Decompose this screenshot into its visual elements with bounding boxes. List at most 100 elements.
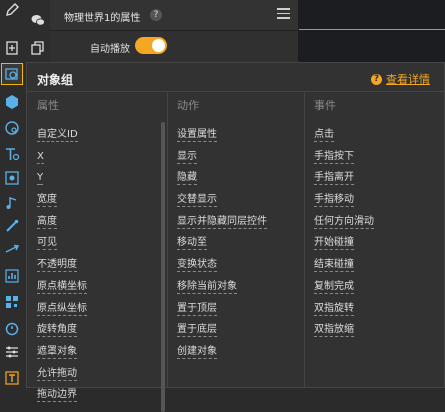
sliders-icon[interactable] (2, 342, 22, 362)
column-header-actions: 动作 (177, 99, 199, 112)
list-item-label: 拖动边界 (37, 389, 77, 403)
page-copy-icon[interactable] (28, 38, 48, 58)
object-group-popup: 对象组 ? 查看详情 属性 自定义ID X Y 宽度高度可见不透明度原点横坐标原点纵坐… (26, 62, 445, 412)
list-item[interactable]: 遮罩对象 (37, 343, 87, 365)
list-item[interactable]: 显示并隐藏同层控件 (177, 213, 267, 235)
list-item[interactable]: 置于底层 (177, 321, 267, 343)
view-details-link[interactable]: ? 查看详情 (371, 71, 430, 87)
list-item[interactable]: 开始碰撞 (314, 234, 374, 256)
arrow-icon[interactable] (2, 240, 22, 260)
list-item[interactable]: 原点横坐标 (37, 278, 87, 300)
list-item-label: 结束碰撞 (314, 259, 354, 273)
list-item[interactable]: 双指放缩 (314, 321, 374, 343)
list-item-label: 遮罩对象 (37, 345, 77, 359)
list-item[interactable]: 自定义ID (37, 126, 87, 148)
events-list: 点击手指按下手指离开手指移动任何方向滑动开始碰撞结束碰撞复制完成双指旋转双指放缩 (314, 126, 374, 343)
question-icon: ? (371, 73, 382, 85)
events-column: 事件 点击手指按下手指离开手指移动任何方向滑动开始碰撞结束碰撞复制完成双指旋转双… (304, 92, 444, 387)
help-icon[interactable]: ? (150, 9, 162, 21)
list-item[interactable]: 变换状态 (177, 256, 267, 278)
properties-title: 物理世界1的属性 (64, 13, 141, 24)
list-item[interactable]: 创建对象 (177, 343, 267, 365)
secondary-toolbar (26, 0, 50, 62)
list-item[interactable]: Y (37, 169, 87, 191)
chart-icon[interactable] (2, 266, 22, 286)
list-item[interactable]: 交替显示 (177, 191, 267, 213)
list-item[interactable]: 手指按下 (314, 148, 374, 170)
list-item-label: 显示 (177, 150, 197, 164)
text-frame-icon[interactable] (2, 368, 22, 388)
list-item[interactable]: 宽度 (37, 191, 87, 213)
list-item[interactable]: 移动至 (177, 234, 267, 256)
canvas-guide-line (299, 29, 445, 30)
list-item[interactable]: 可见 (37, 234, 87, 256)
list-item[interactable]: 不透明度 (37, 256, 87, 278)
scrollbar[interactable] (161, 122, 165, 412)
list-item-label: 复制完成 (314, 280, 354, 294)
list-item-label: 手指移动 (314, 194, 354, 208)
list-item[interactable]: 显示 (177, 148, 267, 170)
column-header-attributes: 属性 (37, 99, 59, 112)
list-item-label: Y (37, 172, 44, 186)
list-item-label: 双指旋转 (314, 302, 354, 316)
image-group-icon[interactable] (1, 63, 23, 85)
list-item-label: X (37, 150, 44, 164)
list-item-label: 手指离开 (314, 172, 354, 186)
list-item[interactable]: 允许拖动 (37, 365, 87, 387)
hexagon-icon[interactable] (2, 92, 22, 112)
list-item[interactable]: 旋转角度 (37, 321, 87, 343)
list-item-label: 移动至 (177, 237, 207, 251)
menu-icon[interactable] (277, 8, 290, 19)
canvas-area[interactable] (299, 0, 445, 62)
pencil-icon[interactable] (2, 0, 22, 20)
list-item[interactable]: 结束碰撞 (314, 256, 374, 278)
brush-icon[interactable] (2, 216, 22, 236)
text-icon[interactable] (2, 144, 22, 164)
list-item[interactable]: 手指离开 (314, 169, 374, 191)
attributes-column: 属性 自定义ID X Y 宽度高度可见不透明度原点横坐标原点纵坐标旋转角度遮罩对象允许… (27, 92, 167, 412)
list-item-label: 创建对象 (177, 345, 217, 359)
list-item-label: 原点横坐标 (37, 280, 87, 294)
auto-play-toggle[interactable] (135, 37, 167, 54)
list-item[interactable]: 高度 (37, 213, 87, 235)
list-item-label: 变换状态 (177, 259, 217, 273)
list-item[interactable]: 拖动边界 (37, 386, 87, 408)
actions-column: 动作 设置属性显示隐藏交替显示 显示并隐藏同层控件移动至变换状态移除当前对象 置于顶… (167, 92, 304, 387)
list-item[interactable]: 移除当前对象 (177, 278, 267, 300)
list-item-label: 旋转角度 (37, 324, 77, 338)
list-item-label: 开始碰撞 (314, 237, 354, 251)
actions-list: 设置属性显示隐藏交替显示 显示并隐藏同层控件移动至变换状态移除当前对象 置于顶层置于… (177, 126, 267, 365)
audio-icon[interactable] (2, 168, 22, 188)
list-item-label: 可见 (37, 237, 57, 251)
view-details-label: 查看详情 (386, 73, 430, 86)
list-item[interactable]: 设置属性 (177, 126, 267, 148)
list-item-label: 隐藏 (177, 172, 197, 186)
list-item[interactable]: 点击 (314, 126, 374, 148)
page-add-icon[interactable] (2, 38, 22, 58)
list-item[interactable]: 隐藏 (177, 169, 267, 191)
list-item[interactable]: 任何方向滑动 (314, 213, 374, 235)
list-item[interactable]: 置于顶层 (177, 300, 267, 322)
list-item[interactable]: X (37, 148, 87, 170)
attributes-list: 自定义ID X Y 宽度高度可见不透明度原点横坐标原点纵坐标旋转角度遮罩对象允许拖动拖… (37, 126, 87, 408)
list-item[interactable]: 双指旋转 (314, 300, 374, 322)
popup-title: 对象组 (37, 73, 74, 87)
list-item[interactable]: 复制完成 (314, 278, 374, 300)
qr-icon[interactable] (2, 292, 22, 312)
list-item-label: 手指按下 (314, 150, 354, 164)
music-icon[interactable] (2, 193, 22, 213)
circle-search-icon[interactable] (2, 118, 22, 138)
list-item-label: 点击 (314, 129, 334, 142)
timer-icon[interactable] (2, 318, 22, 338)
list-item-label: 自定义ID (37, 129, 78, 142)
toggle-knob (152, 39, 165, 52)
tool-rail (0, 0, 27, 388)
list-item[interactable]: 原点纵坐标 (37, 300, 87, 322)
list-item-label: 高度 (37, 215, 57, 229)
list-item-label: 宽度 (37, 194, 57, 208)
list-item[interactable]: 手指移动 (314, 191, 374, 213)
properties-header: 物理世界1的属性 ? (50, 0, 298, 31)
list-item-label: 置于底层 (177, 324, 217, 338)
wechat-icon[interactable] (28, 10, 48, 30)
column-header-events: 事件 (314, 99, 336, 112)
